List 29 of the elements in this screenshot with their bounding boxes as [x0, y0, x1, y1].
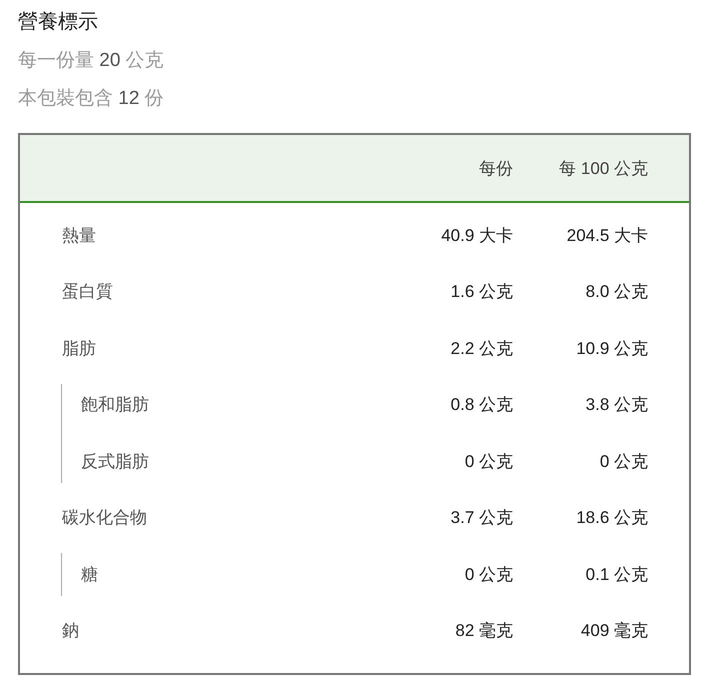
page-title: 營養標示 — [18, 10, 99, 35]
table-cell-text: 0 公克 — [464, 564, 513, 586]
serving-size: 每一份量 20 公克 — [18, 49, 165, 73]
nutrient-name: 蛋白質 — [62, 281, 114, 304]
table-cell-text: 409 毫克 — [580, 620, 648, 642]
column-header: 每 100 公克 — [558, 158, 648, 180]
table-cell-text: 204.5 大卡 — [566, 224, 648, 247]
table-cell-text: 0 公克 — [464, 450, 513, 473]
table-cell-text: 1.6 公克 — [450, 281, 513, 304]
servings-per-package: 本包裝包含 12 份 — [18, 87, 165, 111]
table-cell-text: 18.6 公克 — [575, 507, 648, 530]
table-cell-text: 10.9 公克 — [575, 338, 648, 360]
nutrient-name: 糖 — [80, 564, 99, 586]
table-cell-text: 8.0 公克 — [584, 281, 648, 304]
table-cell-text: 2.2 公克 — [450, 338, 513, 360]
table-cell-text: 40.9 大卡 — [440, 224, 513, 247]
nutrient-name: 脂肪 — [62, 338, 97, 360]
column-header: 每份 — [478, 158, 513, 180]
nutrient-name: 飽和脂肪 — [80, 394, 150, 416]
table-cell-text: 3.8 公克 — [584, 394, 648, 416]
nutrient-name: 熱量 — [62, 224, 97, 247]
table-cell-text: 0 公克 — [598, 450, 648, 473]
table-cell-text: 0.8 公克 — [450, 394, 513, 416]
nutrient-name: 碳水化合物 — [62, 507, 148, 530]
table-cell-text: 3.7 公克 — [450, 507, 513, 530]
nutrient-name: 反式脂肪 — [80, 450, 150, 473]
table-cell-text: 0.1 公克 — [584, 564, 648, 586]
table-cell-text: 82 毫克 — [454, 620, 513, 642]
nutrient-name: 鈉 — [62, 620, 80, 642]
